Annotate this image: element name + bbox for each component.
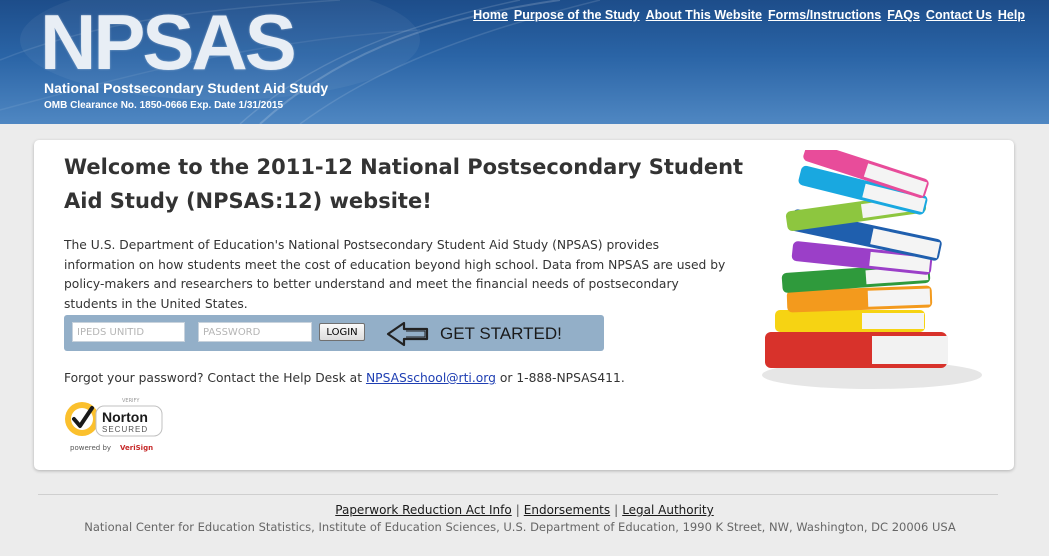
paperwork-reduction-link[interactable]: Paperwork Reduction Act Info <box>335 503 511 517</box>
norton-powered-text: powered by <box>70 444 111 452</box>
norton-secured-text: SECURED <box>102 425 148 434</box>
left-arrow-icon <box>386 321 429 347</box>
intro-paragraph: The U.S. Department of Education's Natio… <box>64 238 726 311</box>
nav-faqs-link[interactable]: FAQs <box>887 8 920 22</box>
npsas-logo[interactable]: NPSAS <box>40 2 297 82</box>
login-button[interactable]: LOGIN <box>319 323 365 341</box>
footer-separator: | <box>614 503 619 517</box>
nav-about-link[interactable]: About This Website <box>646 8 762 22</box>
ipeds-unitid-input[interactable] <box>72 322 185 342</box>
footer-separator: | <box>515 503 520 517</box>
nav-home-link[interactable]: Home <box>473 8 508 22</box>
page-title: Welcome to the 2011-12 National Postseco… <box>64 155 744 213</box>
norton-verify-text: VERIFY <box>122 398 140 404</box>
site-header: NPSAS National Postsecondary Student Aid… <box>0 0 1049 124</box>
forgot-prefix: Forgot your password? Contact the Help D… <box>64 371 366 385</box>
nav-purpose-link[interactable]: Purpose of the Study <box>514 8 640 22</box>
endorsements-link[interactable]: Endorsements <box>524 503 610 517</box>
omb-clearance: OMB Clearance No. 1850-0666 Exp. Date 1/… <box>44 100 284 111</box>
get-started-label: GET STARTED! <box>440 324 562 343</box>
book-stack-illustration <box>762 150 982 389</box>
norton-verisign-text: VeriSign <box>120 444 153 452</box>
welcome-card: Welcome to the 2011-12 National Postseco… <box>34 140 1014 470</box>
forgot-suffix: or 1-888-NPSAS411. <box>495 371 625 385</box>
login-bar: LOGIN GET STARTED! <box>64 315 604 351</box>
nav-help-link[interactable]: Help <box>998 8 1025 22</box>
footer-address: National Center for Education Statistics… <box>84 520 956 534</box>
top-navigation: Home Purpose of the Study About This Web… <box>473 8 1025 22</box>
logo-subtitle: National Postsecondary Student Aid Study <box>44 80 329 96</box>
nav-forms-link[interactable]: Forms/Instructions <box>768 8 881 22</box>
norton-brand-text: Norton <box>102 409 148 425</box>
helpdesk-email-link[interactable]: NPSASschool@rti.org <box>366 371 496 385</box>
footer-divider <box>38 494 998 495</box>
nav-contact-link[interactable]: Contact Us <box>926 8 992 22</box>
footer-links: Paperwork Reduction Act Info | Endorsement… <box>0 503 1049 517</box>
forgot-password-text: Forgot your password? Contact the Help D… <box>64 371 625 385</box>
legal-authority-link[interactable]: Legal Authority <box>622 503 714 517</box>
password-input[interactable] <box>198 322 312 342</box>
norton-secured-badge[interactable]: VERIFY Norton SECURED powered by VeriSig… <box>62 396 166 454</box>
